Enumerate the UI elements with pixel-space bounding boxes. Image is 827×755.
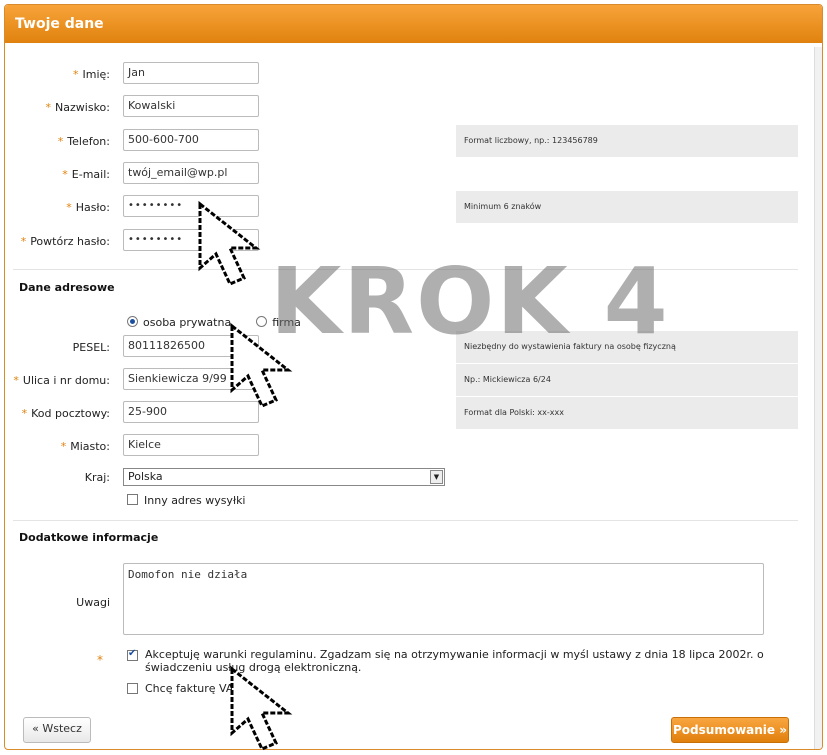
last-name-label: * Nazwisko: xyxy=(45,101,110,114)
first-name-row: * Imię: Jan xyxy=(5,62,822,86)
pesel-label: PESEL: xyxy=(72,341,110,354)
required-star: * xyxy=(13,374,19,387)
street-label: * Ulica i nr domu: xyxy=(13,374,110,387)
email-label: * E-mail: xyxy=(62,168,110,181)
first-name-input[interactable]: Jan xyxy=(123,62,259,84)
phone-label: * Telefon: xyxy=(57,135,110,148)
required-star: * xyxy=(57,135,64,148)
other-address-label: Inny adres wysyłki xyxy=(144,494,246,507)
step-watermark: KROK 4 xyxy=(270,248,670,355)
accept-terms-checkbox[interactable] xyxy=(127,648,138,661)
arrow-cursor-icon xyxy=(230,322,293,408)
email-row: * E-mail: twój_email@wp.pl xyxy=(5,162,822,186)
extra-section-title: Dodatkowe informacje xyxy=(19,531,159,544)
phone-hint: Format liczbowy, np.: 123456789 xyxy=(456,125,798,157)
chevron-down-icon[interactable]: ▼ xyxy=(430,470,443,484)
other-address-option: Inny adres wysyłki xyxy=(127,494,246,507)
required-star: * xyxy=(66,201,72,214)
required-star: * xyxy=(73,68,79,81)
postcode-label: * Kod pocztowy: xyxy=(21,407,110,420)
invoice-label: Chcę fakturę VAT xyxy=(145,682,240,695)
password-hint: Minimum 6 znaków xyxy=(456,191,798,223)
password-repeat-label: * Powtórz hasło: xyxy=(20,235,110,248)
required-star: * xyxy=(62,168,68,181)
country-row: Kraj: Polska ▼ xyxy=(5,468,822,492)
panel-title: Twoje dane xyxy=(15,16,104,32)
divider xyxy=(13,520,798,521)
arrow-cursor-icon xyxy=(230,665,293,751)
notes-label: Uwagi xyxy=(76,596,110,609)
required-star: * xyxy=(60,440,67,453)
country-select-value: Polska xyxy=(128,470,163,483)
panel-header: Twoje dane xyxy=(5,5,822,43)
required-star: * xyxy=(21,407,28,420)
postcode-row: * Kod pocztowy: 25-900 Format dla Polski:… xyxy=(5,397,822,429)
address-section-title: Dane adresowe xyxy=(19,281,115,294)
street-hint: Np.: Mickiewicza 6/24 xyxy=(456,364,798,396)
customer-data-panel: Twoje dane * Imię: Jan * Nazwisko: Kowalsk… xyxy=(4,4,823,750)
last-name-input[interactable]: Kowalski xyxy=(123,95,259,117)
required-star: * xyxy=(97,653,103,667)
radio-private[interactable] xyxy=(127,316,138,327)
radio-private-label: osoba prywatna xyxy=(143,316,232,329)
back-button[interactable]: « Wstecz xyxy=(23,717,91,743)
city-row: * Miasto: Kielce xyxy=(5,434,822,458)
phone-row: * Telefon: 500-600-700 Format liczbowy, n… xyxy=(5,125,822,157)
other-address-checkbox[interactable] xyxy=(127,494,138,505)
first-name-label: * Imię: xyxy=(73,68,110,81)
arrow-cursor-icon xyxy=(198,200,261,286)
summary-button[interactable]: Podsumowanie » xyxy=(671,717,789,743)
password-row: * Hasło: •••••••• Minimum 6 znaków xyxy=(5,191,822,223)
city-label: * Miasto: xyxy=(60,440,110,453)
password-label: * Hasło: xyxy=(66,201,110,214)
invoice-checkbox[interactable] xyxy=(127,683,138,694)
phone-input[interactable]: 500-600-700 xyxy=(123,129,259,151)
required-star: * xyxy=(20,235,27,248)
email-input[interactable]: twój_email@wp.pl xyxy=(123,162,259,184)
postcode-hint: Format dla Polski: xx-xxx xyxy=(456,397,798,429)
country-select[interactable]: Polska ▼ xyxy=(123,468,445,486)
country-label: Kraj: xyxy=(84,471,110,484)
street-row: * Ulica i nr domu: Sienkiewicza 9/99 Np.:… xyxy=(5,364,822,396)
city-input[interactable]: Kielce xyxy=(123,434,259,456)
notes-textarea[interactable]: Domofon nie działa xyxy=(123,563,764,635)
last-name-row: * Nazwisko: Kowalski xyxy=(5,95,822,119)
required-star: * xyxy=(45,101,52,114)
